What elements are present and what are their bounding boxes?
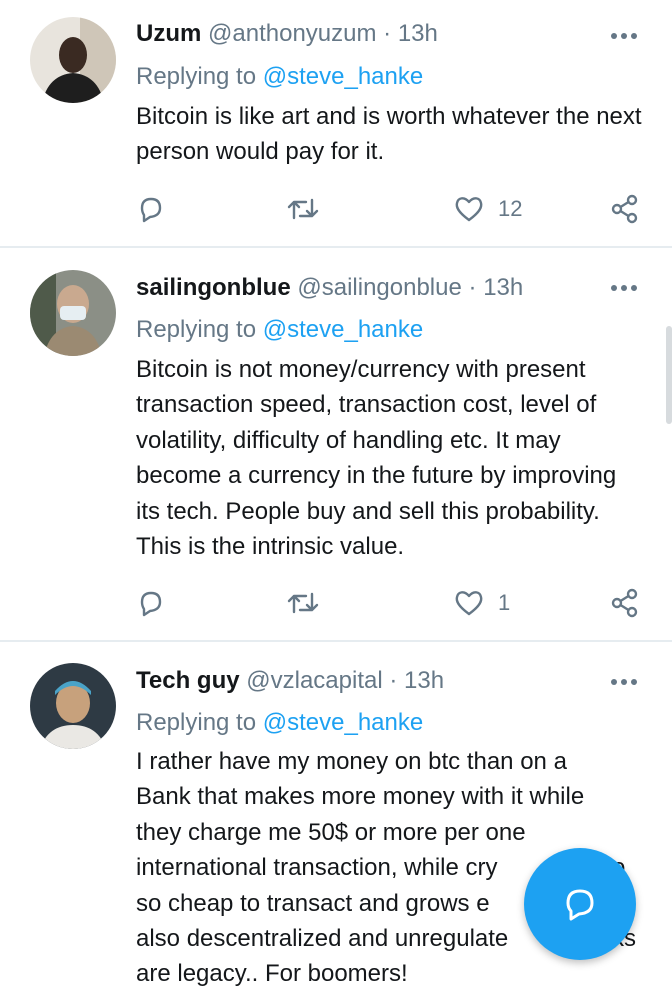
timestamp[interactable]: 13h <box>483 274 523 301</box>
avatar[interactable] <box>30 663 116 749</box>
tweet-text: Bitcoin is like art and is worth whateve… <box>136 103 642 166</box>
replying-prefix: Replying to <box>136 316 257 343</box>
tweet-actions: 1 <box>136 583 642 623</box>
like-button[interactable]: 1 <box>454 583 510 623</box>
avatar[interactable] <box>30 270 116 356</box>
retweet-icon <box>287 592 319 614</box>
display-name[interactable]: Uzum <box>136 20 201 47</box>
tweet-text-line: they charge me 50$ or more per one <box>136 818 526 846</box>
tweet-text-line: are legacy.. For boomers! <box>136 960 408 988</box>
user-handle[interactable]: @vzlacapital <box>246 667 382 694</box>
replying-to: Replying to @steve_hanke <box>136 314 423 346</box>
share-button[interactable] <box>610 583 640 623</box>
avatar[interactable] <box>30 17 116 103</box>
reply-button[interactable] <box>136 189 166 229</box>
tweet-actions: 12 <box>136 189 642 229</box>
tweet-text-fragment: also descentralized and unregulate <box>136 925 509 953</box>
more-options-icon[interactable] <box>608 272 640 304</box>
separator: · <box>468 274 477 301</box>
reply-icon <box>140 591 162 617</box>
tweet-text-line: Bank that makes more money with it while <box>136 783 585 811</box>
more-options-icon[interactable] <box>608 666 640 698</box>
replying-to: Replying to @steve_hanke <box>136 61 423 93</box>
user-handle[interactable]: @sailingonblue <box>297 274 461 301</box>
replying-to: Replying to @steve_hanke <box>136 707 423 739</box>
display-name[interactable]: Tech guy <box>136 667 240 694</box>
mention-link[interactable]: @steve_hanke <box>263 709 423 736</box>
separator: · <box>389 667 398 694</box>
tweet[interactable]: sailingonblue @sailingonblue · 13h Reply… <box>0 248 672 642</box>
tweet[interactable]: Uzum @anthonyuzum · 13h Replying to @ste… <box>0 0 672 248</box>
tweet-text-fragment: international transaction, while cry <box>136 854 498 882</box>
replying-prefix: Replying to <box>136 63 257 90</box>
user-handle[interactable]: @anthonyuzum <box>208 20 376 47</box>
scrollbar[interactable] <box>666 326 672 424</box>
timestamp[interactable]: 13h <box>404 667 444 694</box>
compose-reply-icon <box>566 889 594 921</box>
tweet-text: Bitcoin is not money/currency with prese… <box>136 356 617 561</box>
retweet-icon <box>287 198 319 220</box>
like-count: 12 <box>498 196 523 221</box>
tweet-header: Uzum @anthonyuzum · 13h <box>136 18 612 50</box>
like-count: 1 <box>498 590 511 615</box>
retweet-button[interactable] <box>286 583 320 623</box>
share-icon <box>611 194 638 224</box>
replying-prefix: Replying to <box>136 709 257 736</box>
compose-reply-button[interactable] <box>524 848 636 960</box>
heart-icon <box>455 591 483 616</box>
display-name[interactable]: sailingonblue <box>136 274 291 301</box>
share-button[interactable] <box>610 189 640 229</box>
reply-icon <box>140 197 162 223</box>
retweet-button[interactable] <box>286 189 320 229</box>
separator: · <box>383 20 392 47</box>
timestamp[interactable]: 13h <box>398 20 438 47</box>
more-options-icon[interactable] <box>608 20 640 52</box>
like-button[interactable]: 12 <box>454 189 522 229</box>
tweet-text-line: I rather have my money on btc than on a <box>136 748 567 775</box>
reply-button[interactable] <box>136 583 166 623</box>
share-icon <box>611 588 638 618</box>
mention-link[interactable]: @steve_hanke <box>263 316 423 343</box>
heart-icon <box>455 197 483 222</box>
mention-link[interactable]: @steve_hanke <box>263 63 423 90</box>
tweet-header: sailingonblue @sailingonblue · 13h <box>136 272 612 304</box>
tweet-header: Tech guy @vzlacapital · 13h <box>136 665 612 697</box>
